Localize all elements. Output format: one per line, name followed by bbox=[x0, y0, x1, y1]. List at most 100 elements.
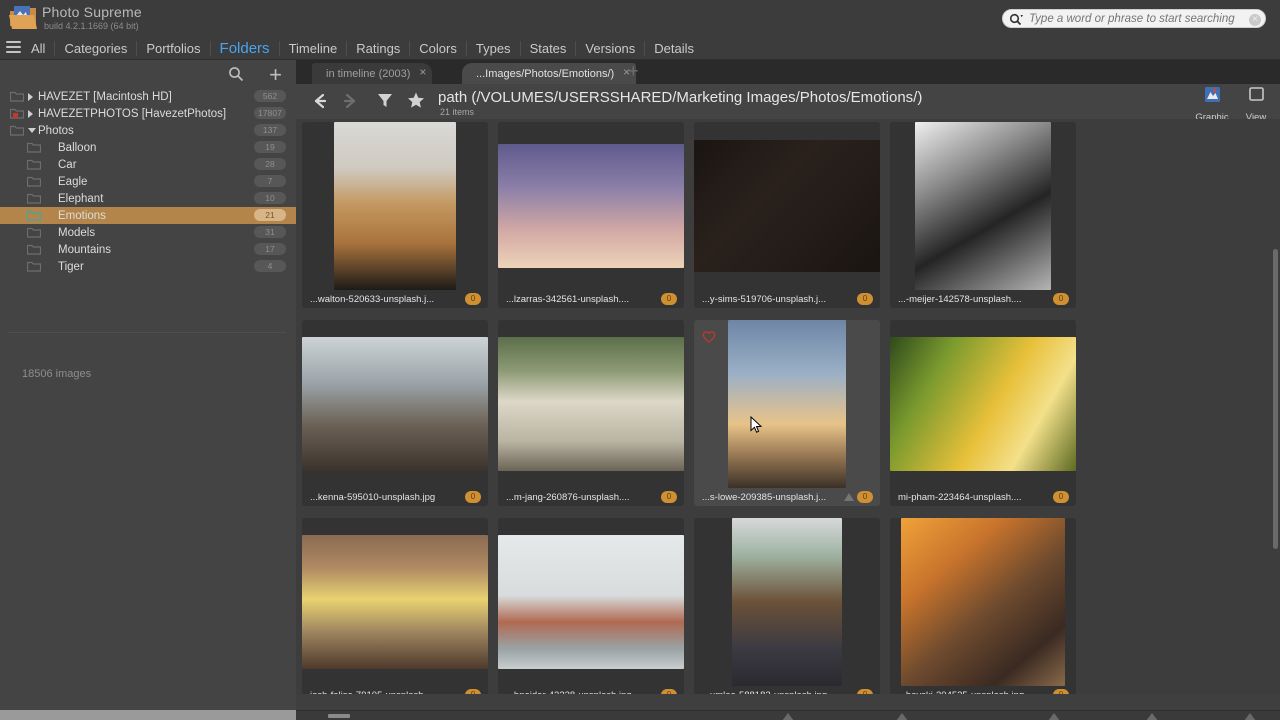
tree-item-tiger[interactable]: Tiger 4 bbox=[0, 258, 296, 275]
close-icon[interactable]: × bbox=[419, 66, 426, 78]
thumbnail-image[interactable] bbox=[890, 518, 1076, 686]
nav-item-categories[interactable]: Categories bbox=[55, 40, 138, 56]
filter-funnel-icon[interactable] bbox=[375, 90, 395, 110]
zoom-slider[interactable] bbox=[328, 714, 350, 718]
tree-item-emotions[interactable]: Emotions 21 bbox=[0, 207, 296, 224]
thumbnail-cell[interactable]: mi-pham-223464-unsplash.... 0 bbox=[890, 320, 1076, 506]
tree-item-count: 7 bbox=[254, 175, 286, 187]
thumbnail-image[interactable] bbox=[498, 320, 684, 488]
tree-item-havezet[interactable]: HAVEZET [Macintosh HD] 562 bbox=[0, 88, 296, 105]
thumbnail-cell[interactable]: ...-meijer-142578-unsplash.... 0 bbox=[890, 122, 1076, 308]
plus-icon[interactable]: + bbox=[269, 62, 282, 88]
thumbnail-image[interactable] bbox=[498, 122, 684, 290]
star-icon[interactable] bbox=[406, 90, 426, 110]
chevron-right-icon[interactable] bbox=[28, 109, 33, 118]
thumbnail-cell[interactable]: josh-felise-79105-unsplash....0 bbox=[302, 518, 488, 694]
photo-preview bbox=[728, 320, 846, 488]
thumbnail-image[interactable] bbox=[890, 320, 1076, 488]
search-icon[interactable] bbox=[228, 66, 244, 82]
tree-item-label: Photos bbox=[38, 124, 74, 137]
thumbnail-image[interactable] bbox=[890, 122, 1076, 290]
vertical-scrollbar[interactable] bbox=[1273, 249, 1278, 549]
global-search[interactable]: × bbox=[1002, 9, 1266, 28]
bottom-tool-icon[interactable] bbox=[1146, 713, 1158, 720]
nav-item-colors[interactable]: Colors bbox=[410, 40, 467, 56]
arrow-left-icon[interactable] bbox=[310, 91, 330, 111]
rating-badge[interactable]: 0 bbox=[465, 689, 481, 694]
bottom-tool-icon[interactable] bbox=[782, 713, 794, 720]
nav-item-folders[interactable]: Folders bbox=[211, 40, 280, 56]
clear-icon[interactable]: × bbox=[1249, 13, 1261, 26]
tree-item-mountains[interactable]: Mountains 17 bbox=[0, 241, 296, 258]
rating-badge[interactable]: 0 bbox=[661, 293, 677, 305]
rating-badge[interactable]: 0 bbox=[661, 491, 677, 503]
thumbnail-image[interactable] bbox=[302, 518, 488, 686]
search-input[interactable] bbox=[1029, 10, 1247, 27]
bottom-tool-icon[interactable] bbox=[1048, 713, 1060, 720]
thumbnail-cell[interactable]: ...s-lowe-209385-unsplash.j... 0 bbox=[694, 320, 880, 506]
nav-item-all[interactable]: All bbox=[22, 40, 56, 56]
thumbnail-caption: mi-pham-223464-unsplash.... 0 bbox=[890, 488, 1076, 506]
bottom-tool-icon[interactable] bbox=[1244, 713, 1256, 720]
chevron-right-icon[interactable] bbox=[28, 92, 33, 101]
thumbnail-cell[interactable]: ...kenna-595010-unsplash.jpg 0 bbox=[302, 320, 488, 506]
thumbnail-grid[interactable]: ...walton-520633-unsplash.j... 0 ...lzarra… bbox=[296, 119, 1280, 694]
thumbnail-cell[interactable]: ...hneider-42238-unsplash.jpg0 bbox=[498, 518, 684, 694]
thumbnail-cell[interactable]: ...hevski-304525-unsplash.jpg0 bbox=[890, 518, 1076, 694]
tree-item-count: 19 bbox=[254, 141, 286, 153]
tree-item-models[interactable]: Models 31 bbox=[0, 224, 296, 241]
rating-badge[interactable]: 0 bbox=[661, 689, 677, 694]
rating-badge[interactable]: 0 bbox=[465, 491, 481, 503]
view-layout-button[interactable]: View bbox=[1234, 86, 1278, 123]
thumbnail-image[interactable] bbox=[302, 122, 488, 290]
tab-emotions-path[interactable]: ...Images/Photos/Emotions/) × bbox=[462, 63, 637, 84]
chevron-down-icon[interactable] bbox=[28, 128, 36, 133]
thumbnail-cell[interactable]: ...walton-520633-unsplash.j... 0 bbox=[302, 122, 488, 308]
page-title: path (/VOLUMES/USERSSHARED/Marketing Ima… bbox=[438, 89, 923, 106]
add-tab-button[interactable]: + bbox=[628, 61, 639, 82]
thumbnail-image[interactable] bbox=[694, 122, 880, 290]
rating-badge[interactable]: 0 bbox=[1053, 491, 1069, 503]
rating-badge[interactable]: 0 bbox=[857, 689, 873, 694]
photo-preview bbox=[694, 140, 880, 272]
thumbnail-image[interactable] bbox=[694, 518, 880, 686]
thumbnail-cell[interactable]: ...lzarras-342561-unsplash.... 0 bbox=[498, 122, 684, 308]
thumbnail-cell[interactable]: ...umlao-588182-unsplash.jpg0 bbox=[694, 518, 880, 694]
thumbnail-cell[interactable]: ...m-jang-260876-unsplash.... 0 bbox=[498, 320, 684, 506]
stack-indicator-icon[interactable] bbox=[844, 493, 854, 501]
thumbnail-image[interactable] bbox=[694, 320, 880, 488]
tree-item-car[interactable]: Car 28 bbox=[0, 156, 296, 173]
tree-item-label: Tiger bbox=[58, 260, 84, 273]
rating-badge[interactable]: 0 bbox=[857, 491, 873, 503]
tree-item-eagle[interactable]: Eagle 7 bbox=[0, 173, 296, 190]
rating-badge[interactable]: 0 bbox=[1053, 689, 1069, 694]
nav-item-states[interactable]: States bbox=[521, 40, 577, 56]
graphic-view-button[interactable]: Graphic bbox=[1190, 86, 1234, 123]
thumbnail-cell[interactable]: ...y-sims-519706-unsplash.j... 0 bbox=[694, 122, 880, 308]
title-bar: Photo Supreme build 4.2.1.1669 (64 bit) … bbox=[0, 0, 1280, 36]
arrow-right-icon[interactable] bbox=[340, 91, 360, 111]
nav-item-types[interactable]: Types bbox=[467, 40, 521, 56]
nav-item-ratings[interactable]: Ratings bbox=[347, 40, 411, 56]
bottom-tool-icon[interactable] bbox=[896, 713, 908, 720]
tree-item-balloon[interactable]: Balloon 19 bbox=[0, 139, 296, 156]
tree-item-elephant[interactable]: Elephant 10 bbox=[0, 190, 296, 207]
heart-icon[interactable] bbox=[702, 330, 716, 343]
thumbnail-image[interactable] bbox=[302, 320, 488, 488]
tab-in-timeline[interactable]: in timeline (2003) × bbox=[312, 63, 433, 84]
nav-item-versions[interactable]: Versions bbox=[576, 40, 646, 56]
tree-item-havezetphotos[interactable]: HAVEZETPHOTOS [HavezetPhotos] 17807 bbox=[0, 105, 296, 122]
thumbnail-image[interactable] bbox=[498, 518, 684, 686]
thumbnail-caption: ...m-jang-260876-unsplash.... 0 bbox=[498, 488, 684, 506]
tree-item-label: Eagle bbox=[58, 175, 88, 188]
nav-item-timeline[interactable]: Timeline bbox=[280, 40, 348, 56]
tree-item-photos[interactable]: Photos 137 bbox=[0, 122, 296, 139]
hamburger-menu-icon[interactable] bbox=[6, 41, 21, 54]
rating-badge[interactable]: 0 bbox=[1053, 293, 1069, 305]
nav-item-portfolios[interactable]: Portfolios bbox=[137, 40, 211, 56]
nav-item-details[interactable]: Details bbox=[645, 41, 703, 56]
rating-badge[interactable]: 0 bbox=[465, 293, 481, 305]
rating-badge[interactable]: 0 bbox=[857, 293, 873, 305]
tab-strip: in timeline (2003) × ...Images/Photos/Em… bbox=[296, 60, 1280, 84]
thumbnail-caption: ...umlao-588182-unsplash.jpg0 bbox=[694, 686, 880, 694]
